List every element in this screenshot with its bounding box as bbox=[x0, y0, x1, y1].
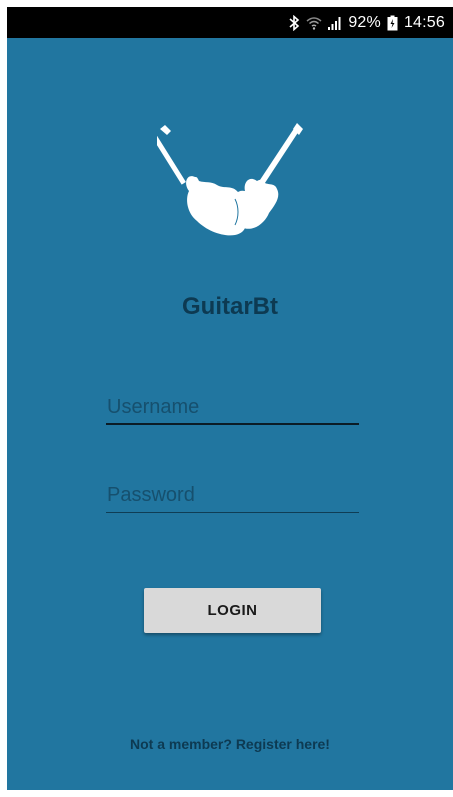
status-bar: 92% 14:56 bbox=[7, 7, 453, 38]
login-button[interactable]: LOGIN bbox=[144, 588, 321, 633]
login-screen: 92% 14:56 GuitarBt Username LOGIN Not a … bbox=[7, 7, 453, 790]
app-title: GuitarBt bbox=[182, 293, 278, 320]
wifi-icon bbox=[306, 14, 322, 32]
battery-icon bbox=[387, 14, 398, 32]
register-link[interactable]: Not a member? Register here! bbox=[7, 736, 453, 752]
password-input[interactable] bbox=[106, 479, 359, 513]
crossed-guitars-icon bbox=[150, 117, 307, 247]
username-input[interactable] bbox=[106, 391, 359, 425]
clock: 14:56 bbox=[403, 13, 445, 31]
battery-percent: 92% bbox=[348, 13, 381, 31]
signal-icon bbox=[328, 14, 342, 32]
bluetooth-icon bbox=[289, 14, 300, 32]
